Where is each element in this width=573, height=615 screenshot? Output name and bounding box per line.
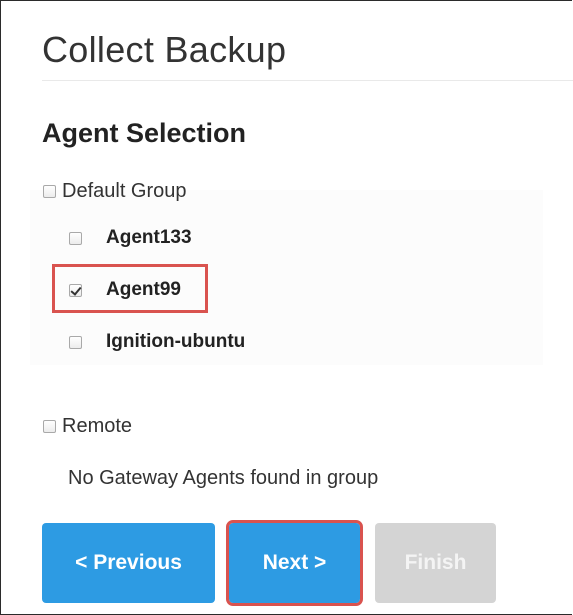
next-button[interactable]: Next > (226, 520, 363, 606)
agent133-checkbox[interactable] (69, 231, 82, 245)
remote-empty-message: No Gateway Agents found in group (68, 467, 379, 489)
group-default[interactable]: Default Group (43, 179, 187, 203)
agent-item-ignition-ubuntu[interactable]: Ignition-ubuntu (69, 330, 245, 354)
agent-item-agent133[interactable]: Agent133 (69, 226, 192, 250)
default-group-label[interactable]: Default Group (62, 179, 187, 203)
remote-group-label[interactable]: Remote (62, 414, 132, 438)
title-divider (42, 80, 573, 81)
remote-group-checkbox[interactable] (43, 419, 56, 433)
finish-button[interactable]: Finish (375, 523, 496, 603)
agent133-label[interactable]: Agent133 (106, 226, 192, 250)
default-group-checkbox[interactable] (43, 184, 56, 198)
page-title: Collect Backup (42, 29, 287, 70)
ignition-ubuntu-label[interactable]: Ignition-ubuntu (106, 330, 245, 354)
agent-selection-heading: Agent Selection (42, 118, 247, 148)
ignition-ubuntu-checkbox[interactable] (69, 335, 82, 349)
previous-button[interactable]: < Previous (42, 523, 215, 603)
agent99-highlight (52, 264, 208, 313)
group-remote[interactable]: Remote (43, 414, 132, 438)
